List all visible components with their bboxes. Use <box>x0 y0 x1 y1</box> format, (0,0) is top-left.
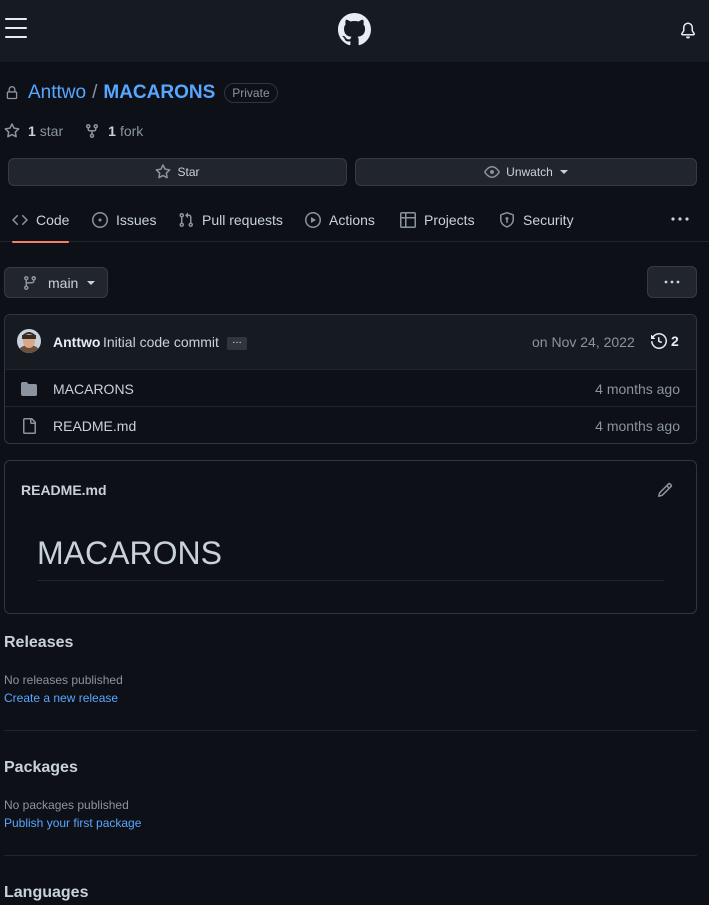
create-release-link[interactable]: Create a new release <box>4 691 118 705</box>
github-logo-icon[interactable] <box>338 13 371 46</box>
tab-projects[interactable]: Projects <box>400 198 475 242</box>
commit-message[interactable]: Initial code commit <box>103 334 219 350</box>
tab-actions[interactable]: Actions <box>305 198 375 242</box>
packages-title[interactable]: Packages <box>4 759 78 777</box>
play-icon <box>305 212 321 228</box>
packages-empty-text: No packages published <box>4 798 129 812</box>
star-button-label: Star <box>177 165 200 179</box>
tab-actions-label: Actions <box>329 212 375 228</box>
forks-count: 1 <box>108 123 116 139</box>
fork-icon <box>86 124 99 139</box>
readme-filename[interactable]: README.md <box>21 482 107 498</box>
more-options-button[interactable] <box>647 266 697 298</box>
file-row[interactable]: MACARONS 4 months ago <box>5 370 696 407</box>
branch-selector[interactable]: main <box>4 267 108 298</box>
tab-security[interactable]: Security <box>499 198 574 242</box>
repo-stats: 1 star 1 fork <box>4 123 164 139</box>
kebab-horizontal-icon <box>664 280 680 284</box>
issue-icon <box>92 212 108 228</box>
forks-label: fork <box>119 123 144 139</box>
releases-empty-text: No releases published <box>4 673 123 687</box>
commit-author[interactable]: Anttwo <box>53 334 100 350</box>
visibility-badge: Private <box>224 83 278 103</box>
releases-title[interactable]: Releases <box>4 634 73 652</box>
file-name[interactable]: README.md <box>53 418 136 434</box>
file-age: 4 months ago <box>595 418 680 434</box>
folder-icon <box>21 381 37 397</box>
file-row[interactable]: README.md 4 months ago <box>5 407 696 443</box>
tab-issues-label: Issues <box>116 212 157 228</box>
commit-date: on Nov 24, 2022 <box>532 334 635 350</box>
file-age: 4 months ago <box>595 381 680 397</box>
stars-label: star <box>39 123 64 139</box>
tab-issues[interactable]: Issues <box>92 198 156 242</box>
star-icon <box>156 164 171 179</box>
shield-icon <box>500 212 514 228</box>
repo-separator: / <box>92 82 98 103</box>
tab-code-label: Code <box>36 212 70 228</box>
languages-title: Languages <box>4 884 89 901</box>
eye-icon <box>484 166 500 178</box>
repo-title: Anttwo / MACARONS Private <box>5 81 278 105</box>
tab-code[interactable]: Code <box>12 198 70 243</box>
unwatch-button[interactable]: Unwatch <box>355 158 697 186</box>
readme-divider <box>37 580 664 581</box>
section-divider <box>4 855 697 856</box>
latest-commit-row: Anttwo Initial code commit … on Nov 24, … <box>5 315 696 370</box>
avatar[interactable] <box>17 329 41 353</box>
tab-pull-requests-label: Pull requests <box>202 212 283 228</box>
readme-heading: MACARONS <box>37 535 222 571</box>
table-icon <box>400 212 416 228</box>
kebab-menu-icon[interactable] <box>671 217 689 221</box>
pencil-icon[interactable] <box>657 482 673 498</box>
section-divider <box>4 730 697 731</box>
tab-pull-requests[interactable]: Pull requests <box>178 198 283 242</box>
commit-history-link[interactable]: 2 <box>651 333 679 349</box>
commit-expand-button[interactable]: … <box>227 336 247 350</box>
pull-request-icon <box>179 212 194 228</box>
code-icon <box>12 214 28 226</box>
unwatch-button-label: Unwatch <box>506 165 553 179</box>
file-icon <box>21 418 37 434</box>
forks-stat[interactable]: 1 fork <box>84 123 143 139</box>
repo-nav-tabs: Code Issues Pull requests Actions Projec… <box>0 198 709 243</box>
file-browser: Anttwo Initial code commit … on Nov 24, … <box>4 314 697 444</box>
file-name[interactable]: MACARONS <box>53 381 134 397</box>
bell-icon[interactable] <box>680 22 696 39</box>
branch-name: main <box>48 274 79 291</box>
star-button[interactable]: Star <box>8 158 347 186</box>
lock-icon <box>5 85 19 101</box>
star-icon <box>4 123 20 138</box>
history-icon <box>651 333 667 349</box>
top-header <box>0 0 709 62</box>
stars-stat[interactable]: 1 star <box>4 123 63 139</box>
repo-owner-link[interactable]: Anttwo <box>28 82 86 104</box>
publish-package-link[interactable]: Publish your first package <box>4 816 141 830</box>
branch-icon <box>23 275 36 290</box>
stars-count: 1 <box>28 123 36 139</box>
hamburger-icon[interactable] <box>5 18 27 40</box>
repo-name-link[interactable]: MACARONS <box>103 82 215 104</box>
readme-panel: README.md MACARONS <box>4 460 697 614</box>
chevron-down-icon <box>87 280 96 285</box>
tab-projects-label: Projects <box>424 212 475 228</box>
tab-security-label: Security <box>523 212 574 228</box>
chevron-down-icon <box>559 170 568 174</box>
commit-count: 2 <box>671 333 679 349</box>
